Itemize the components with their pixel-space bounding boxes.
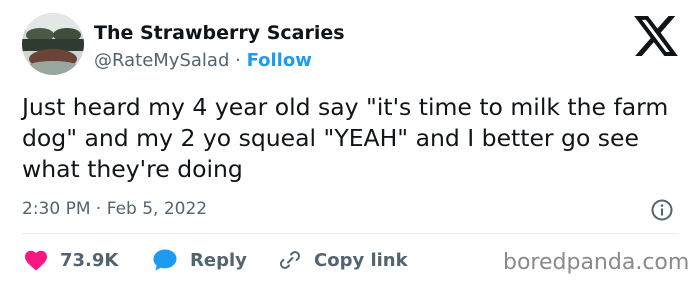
x-logo-icon[interactable]: [634, 16, 678, 56]
reply-button[interactable]: Reply: [152, 248, 247, 272]
author-handle[interactable]: @RateMySalad: [94, 50, 229, 71]
tweet-timestamp[interactable]: 2:30 PM · Feb 5, 2022: [22, 199, 207, 219]
link-icon: [280, 251, 300, 269]
watermark: boredpanda.com: [503, 250, 690, 275]
copy-link-button[interactable]: Copy link: [278, 248, 408, 272]
author-name[interactable]: The Strawberry Scaries: [94, 22, 345, 44]
timestamp-separator: ·: [95, 199, 102, 219]
reply-label: Reply: [190, 249, 247, 271]
like-button[interactable]: 73.9K: [24, 248, 118, 272]
heart-icon: [25, 250, 47, 271]
like-count: 73.9K: [60, 249, 119, 271]
divider: [22, 233, 678, 234]
avatar[interactable]: [22, 13, 84, 75]
tweet-text: Just heard my 4 year old say "it's time …: [22, 93, 669, 183]
tweet-time: 2:30 PM: [22, 199, 91, 219]
speech-bubble-icon: [153, 249, 177, 271]
follow-button[interactable]: Follow: [247, 50, 312, 71]
author-handle-row: @RateMySalad · Follow: [94, 50, 312, 71]
tweet-date: Feb 5, 2022: [106, 199, 208, 219]
copy-link-label: Copy link: [314, 249, 408, 271]
handle-separator: ·: [235, 50, 241, 71]
info-icon[interactable]: [650, 198, 674, 222]
